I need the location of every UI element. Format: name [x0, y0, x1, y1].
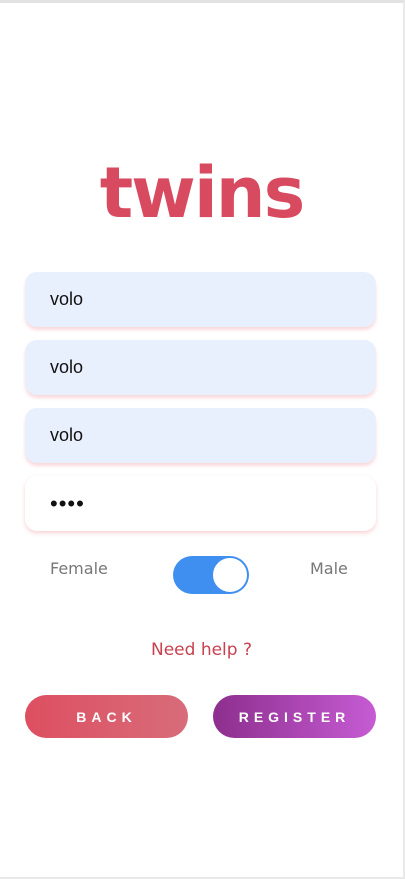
text-field-1[interactable]: volo	[25, 272, 376, 327]
back-button[interactable]: BACK	[25, 695, 188, 738]
app-logo: twins	[99, 152, 306, 234]
gender-female-label: Female	[50, 559, 108, 578]
need-help-link[interactable]: Need help ?	[0, 640, 403, 660]
toggle-knob	[212, 557, 248, 593]
gender-male-label: Male	[310, 559, 348, 578]
password-field[interactable]: ••••	[25, 476, 376, 531]
register-button[interactable]: REGISTER	[213, 695, 376, 738]
text-field-3[interactable]: volo	[25, 408, 376, 463]
text-field-2[interactable]: volo	[25, 340, 376, 395]
register-screen: twins volo volo volo •••• Female Male Ne…	[0, 0, 405, 879]
gender-toggle[interactable]	[173, 556, 249, 594]
